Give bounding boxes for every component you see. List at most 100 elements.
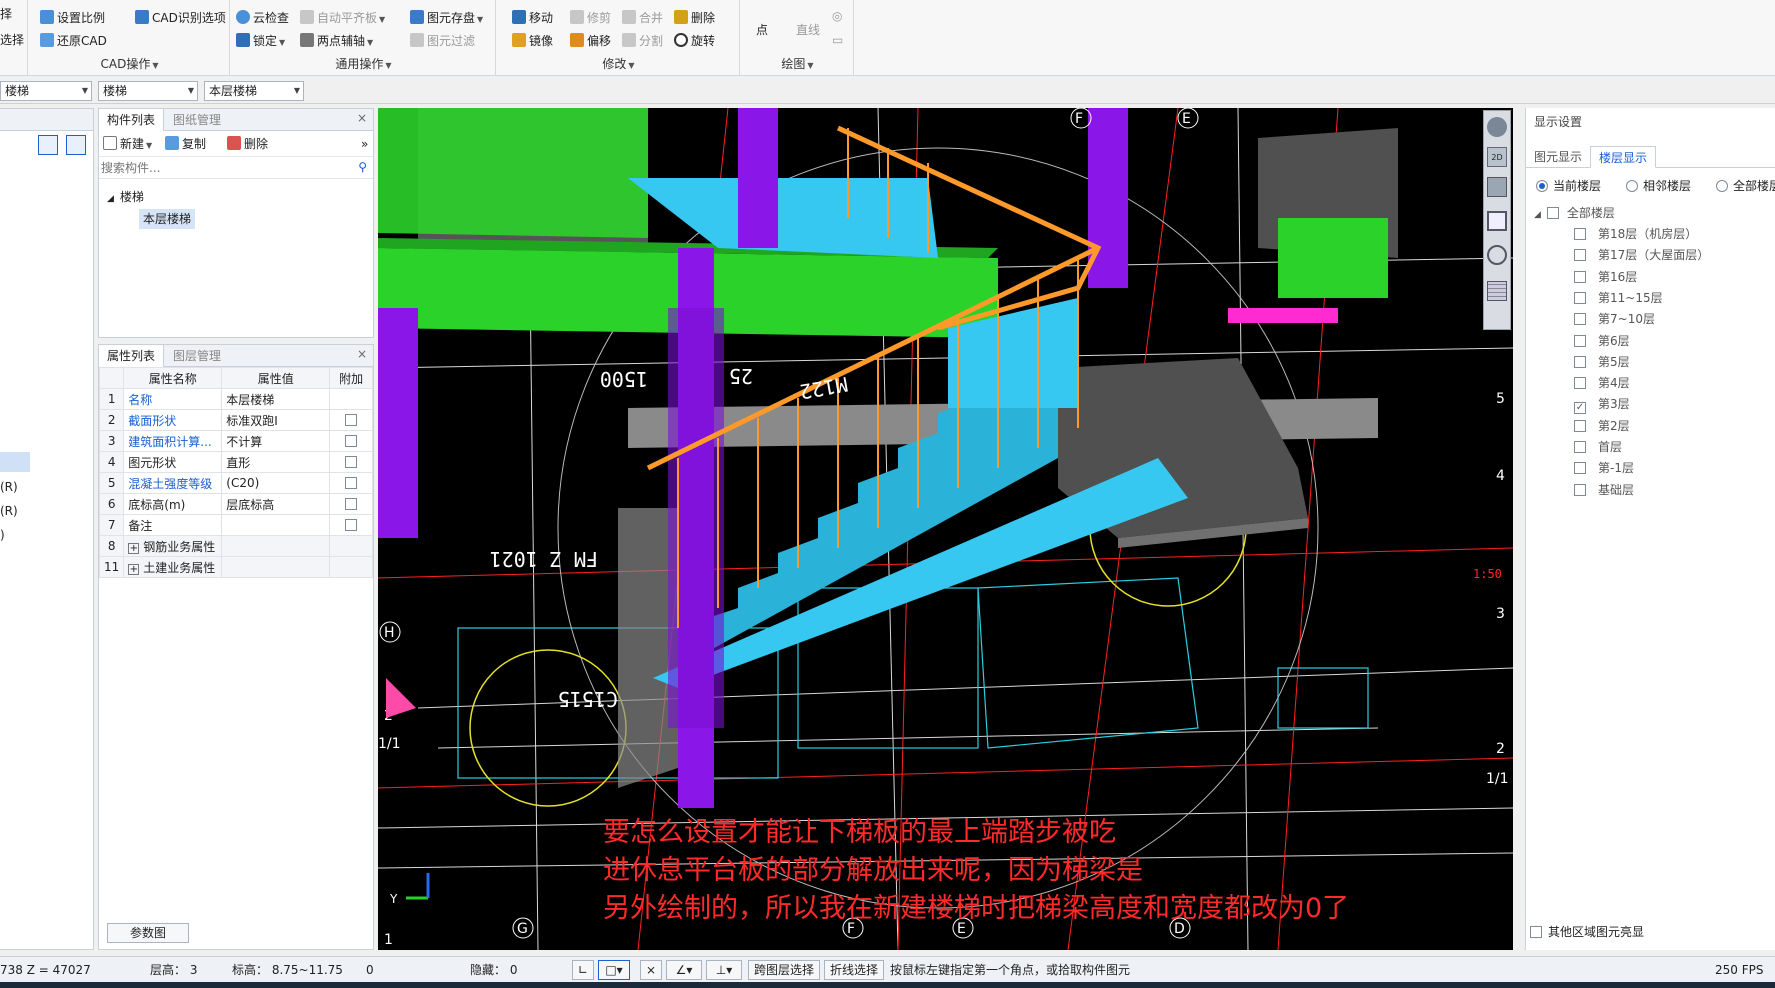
checkbox[interactable] (1574, 249, 1586, 262)
radio-adjacent-floor[interactable]: 相邻楼层 (1626, 176, 1691, 196)
table-view-icon[interactable] (1487, 281, 1507, 301)
save-element-button[interactable]: 图元存盘 ▼ (410, 8, 483, 28)
table-row[interactable]: 1 名称 本层楼梯 (98, 388, 373, 410)
property-extra[interactable] (329, 451, 373, 473)
more-icon[interactable]: » (361, 134, 368, 154)
nav-item[interactable]: (R) (0, 477, 18, 497)
2d-view-icon[interactable]: 2D (1487, 147, 1507, 167)
property-value[interactable] (221, 514, 331, 536)
line-button[interactable]: 直线 (796, 20, 820, 40)
close-icon[interactable]: × (357, 111, 367, 125)
search-input[interactable] (101, 159, 351, 177)
property-extra[interactable] (329, 409, 373, 431)
component-select[interactable]: 本层楼梯 ▼ (204, 81, 304, 101)
floor-item[interactable]: 基础层 (1574, 480, 1634, 500)
partial-item[interactable]: 选择 (0, 30, 24, 50)
circle-icon[interactable]: ◎ (832, 6, 842, 26)
property-value[interactable]: (C20) (221, 472, 331, 494)
table-row[interactable]: 11 + 土建业务属性 (98, 556, 373, 578)
table-row[interactable]: 4 图元形状 直形 (98, 451, 373, 473)
checkbox[interactable] (1574, 334, 1586, 347)
property-extra[interactable] (329, 493, 373, 515)
checkbox[interactable] (1574, 419, 1586, 432)
auto-align-slab-button[interactable]: 自动平齐板 ▼ (300, 8, 385, 28)
close-icon[interactable]: × (357, 347, 367, 361)
point-button[interactable]: 点 (756, 20, 768, 40)
nav-item[interactable]: ) (0, 525, 5, 545)
cad-group-label[interactable]: CAD操作 ▼ (30, 55, 229, 72)
table-row[interactable]: 3 建筑面积计算... 不计算 (98, 430, 373, 452)
tree-root-all-floors[interactable]: ◢ 全部楼层 (1534, 203, 1615, 223)
grid-view-icon[interactable] (66, 135, 86, 155)
floor-item[interactable]: 首层 (1574, 437, 1622, 457)
element-filter-button[interactable]: 图元过滤 (410, 31, 475, 51)
copy-button[interactable]: 复制 (165, 134, 206, 154)
floor-item[interactable]: 第5层 (1574, 352, 1630, 372)
draw-group-label[interactable]: 绘图 ▼ (742, 55, 853, 72)
table-row[interactable]: 8 + 钢筋业务属性 (98, 535, 373, 557)
selected-nav-item[interactable] (0, 452, 30, 472)
checkbox[interactable] (345, 456, 358, 468)
merge-button[interactable]: 合并 (622, 8, 663, 28)
floor-item[interactable]: 第2层 (1574, 416, 1630, 436)
property-value[interactable]: 直形 (221, 451, 331, 473)
general-group-label[interactable]: 通用操作 ▼ (232, 55, 495, 72)
snap-toggle[interactable]: □▾ (598, 960, 630, 980)
angle-toggle[interactable]: ∠▾ (666, 960, 702, 980)
ortho-toggle[interactable]: ∟ (572, 960, 594, 980)
tab-drawing-management[interactable]: 图纸管理 (165, 109, 229, 131)
category-select[interactable]: 楼梯 ▼ (0, 81, 92, 101)
table-row[interactable]: 7 备注 (98, 514, 373, 536)
property-value[interactable]: 本层楼梯 (221, 388, 331, 410)
cross-layer-select-button[interactable]: 跨图层选择 (748, 960, 821, 980)
floor-item[interactable]: 第16层 (1574, 267, 1637, 287)
globe-icon[interactable] (1487, 117, 1507, 137)
3d-viewport[interactable]: F E H G F E D 5 4 3 2 1/1 2 1/1 1 1500 F… (378, 108, 1513, 950)
radio-all-floors[interactable]: 全部楼层 (1716, 176, 1775, 196)
property-extra[interactable] (329, 472, 373, 494)
checkbox[interactable]: ✓ (1574, 402, 1586, 415)
polyline-select-button[interactable]: 折线选择 (824, 960, 885, 980)
radio-current-floor[interactable]: 当前楼层 (1536, 176, 1601, 196)
floor-item[interactable]: 第-1层 (1574, 458, 1634, 478)
property-extra[interactable] (329, 430, 373, 452)
offset-button[interactable]: 偏移 (570, 31, 611, 51)
table-row[interactable]: 5 混凝土强度等级 (C20) (98, 472, 373, 494)
tree-item-current-stair[interactable]: 本层楼梯 (139, 209, 196, 229)
property-value[interactable]: 标准双跑I (221, 409, 331, 431)
tab-floor-display[interactable]: 楼层显示 (1590, 146, 1657, 168)
checkbox[interactable] (345, 435, 358, 447)
cross-toggle[interactable]: ⨯ (640, 960, 662, 980)
floor-item[interactable]: 第7~10层 (1574, 309, 1655, 329)
property-value[interactable] (221, 535, 331, 557)
two-point-aux-axis-button[interactable]: 两点辅轴 ▼ (300, 31, 373, 51)
expand-icon[interactable]: + (128, 542, 140, 554)
rotate-button[interactable]: 旋转 (674, 31, 715, 51)
rotate-view-icon[interactable] (1487, 245, 1507, 265)
cloud-check-button[interactable]: 云检查 (236, 8, 289, 28)
table-row[interactable]: 2 截面形状 标准双跑I (98, 409, 373, 431)
floor-item[interactable]: ✓ 第3层 (1574, 394, 1630, 415)
restore-cad-button[interactable]: 还原CAD (40, 31, 107, 51)
modify-group-label[interactable]: 修改 ▼ (498, 55, 739, 72)
checkbox[interactable] (1574, 270, 1586, 283)
tree-root[interactable]: ◢ 楼梯 (107, 187, 144, 207)
tab-component-list[interactable]: 构件列表 (99, 109, 165, 131)
trim-button[interactable]: 修剪 (570, 8, 611, 28)
list-view-icon[interactable] (38, 135, 58, 155)
split-button[interactable]: 分割 (622, 31, 663, 51)
search-icon[interactable]: ⚲ (358, 160, 367, 174)
floor-item[interactable]: 第4层 (1574, 373, 1630, 393)
delete-component-button[interactable]: 删除 (227, 134, 268, 154)
property-extra[interactable] (329, 514, 373, 536)
partial-item[interactable]: 择 (0, 4, 12, 24)
type-select[interactable]: 楼梯 ▼ (98, 81, 198, 101)
expand-icon[interactable]: + (128, 563, 140, 575)
checkbox[interactable] (1574, 441, 1586, 453)
checkbox[interactable] (1546, 207, 1559, 219)
checkbox[interactable] (1574, 313, 1586, 326)
view-cube-icon[interactable] (1487, 177, 1507, 197)
box-icon[interactable] (1487, 211, 1507, 231)
delete-button[interactable]: 删除 (674, 8, 715, 28)
highlight-other-region-checkbox[interactable]: 其他区域图元亮显 (1530, 922, 1644, 942)
